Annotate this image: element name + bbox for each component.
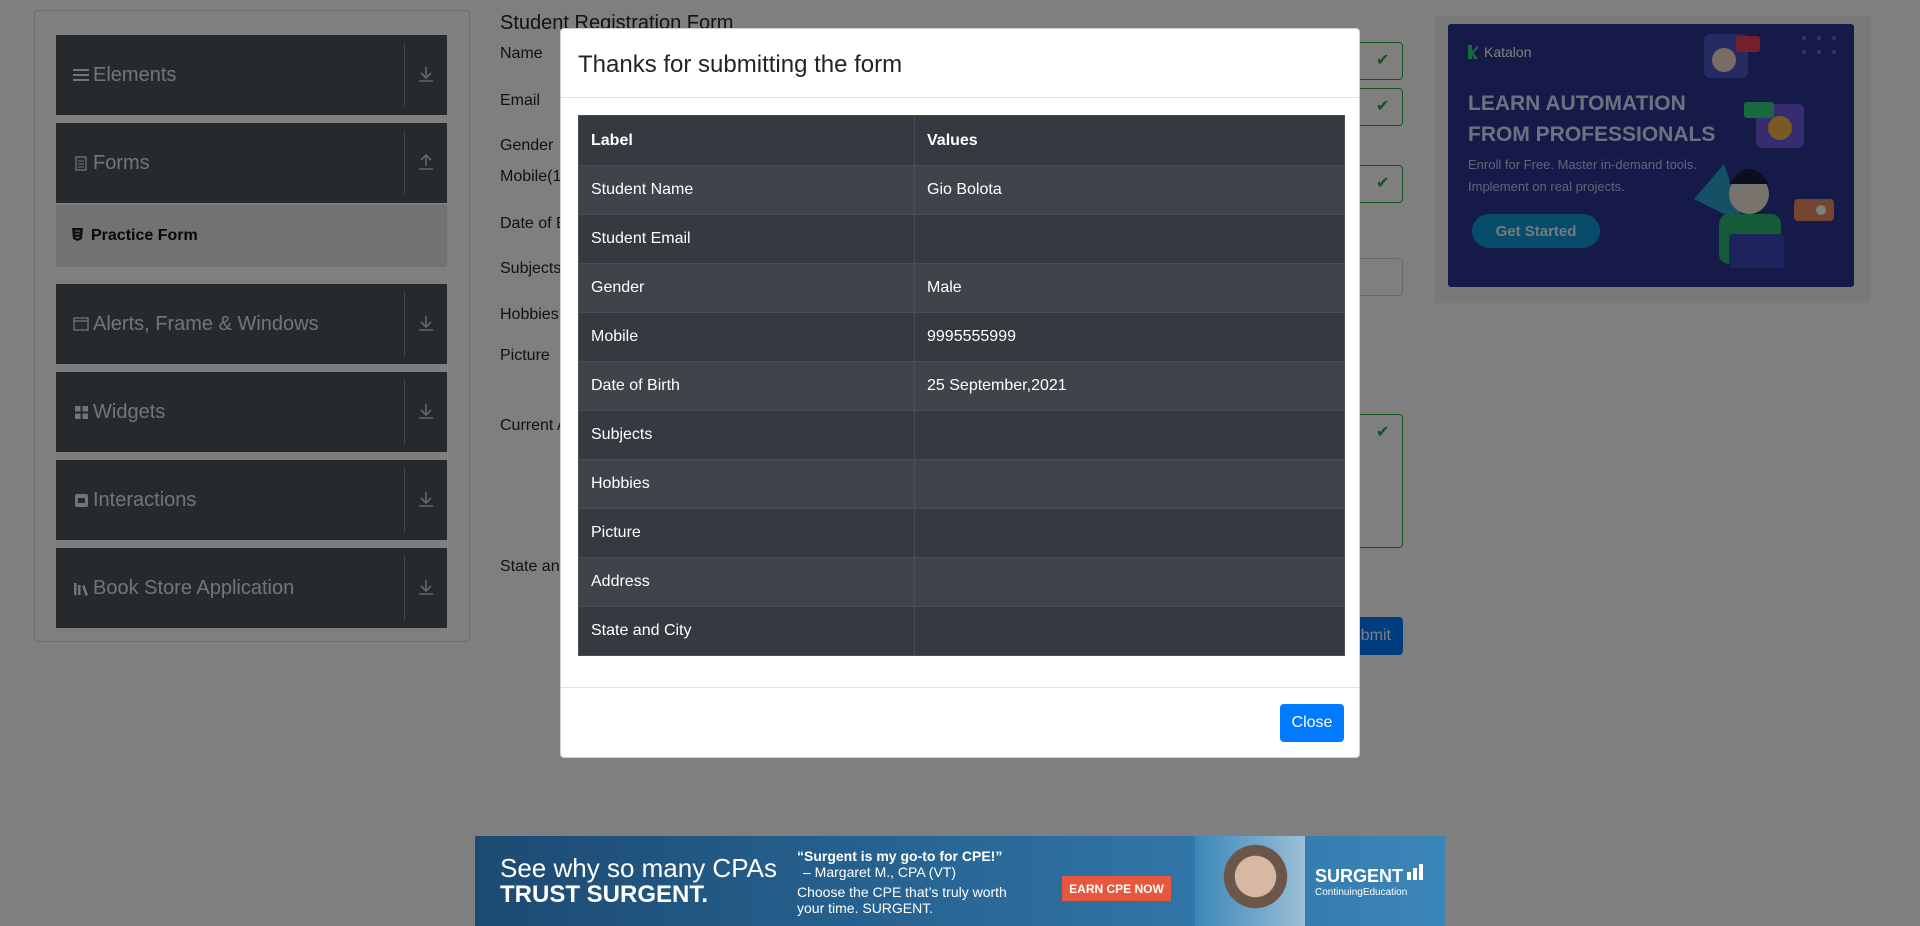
ad-photo bbox=[1195, 836, 1305, 926]
modal-title: Thanks for submitting the form bbox=[578, 51, 903, 78]
row-value bbox=[914, 606, 1345, 656]
table-row: Address bbox=[578, 557, 1345, 607]
table-row: Subjects bbox=[578, 410, 1345, 460]
row-label: Address bbox=[578, 557, 915, 607]
table-header-row: Label Values bbox=[578, 115, 1345, 166]
table-row: Student Email bbox=[578, 214, 1345, 264]
row-label: Date of Birth bbox=[578, 361, 915, 411]
surgent-ad[interactable]: See why so many CPAs TRUST SURGENT. “Sur… bbox=[475, 836, 1445, 926]
ad-line1: See why so many CPAs bbox=[500, 853, 777, 883]
row-value: Gio Bolota bbox=[914, 165, 1345, 215]
ad-tagline: Choose the CPE that’s truly worth your t… bbox=[797, 884, 1007, 916]
ad-line2: TRUST SURGENT. bbox=[500, 881, 709, 908]
row-value bbox=[914, 410, 1345, 460]
ad-quote: “Surgent is my go-to for CPE!” bbox=[797, 848, 1003, 864]
row-label: Hobbies bbox=[578, 459, 915, 509]
row-label: Mobile bbox=[578, 312, 915, 362]
surgent-logo: SURGENT bbox=[1315, 866, 1404, 886]
row-label: Picture bbox=[578, 508, 915, 558]
row-label: Gender bbox=[578, 263, 915, 313]
row-value bbox=[914, 508, 1345, 558]
column-header-label: Label bbox=[578, 115, 915, 166]
row-label: Subjects bbox=[578, 410, 915, 460]
ad-attribution: – Margaret M., CPA (VT) bbox=[803, 864, 956, 880]
table-row: Date of Birth 25 September,2021 bbox=[578, 361, 1345, 411]
row-label: Student Name bbox=[578, 165, 915, 215]
modal-footer: Close bbox=[561, 687, 1359, 758]
submission-modal: Thanks for submitting the form Label Val… bbox=[560, 28, 1360, 758]
row-value bbox=[914, 459, 1345, 509]
row-value bbox=[914, 214, 1345, 264]
table-row: Mobile 9995555999 bbox=[578, 312, 1345, 362]
table-row: Picture bbox=[578, 508, 1345, 558]
close-button[interactable]: Close bbox=[1280, 704, 1344, 742]
row-label: State and City bbox=[578, 606, 915, 656]
surgent-bars-icon bbox=[1407, 864, 1423, 880]
table-row: State and City bbox=[578, 606, 1345, 656]
modal-header: Thanks for submitting the form bbox=[561, 29, 1359, 98]
row-value: Male bbox=[914, 263, 1345, 313]
earn-cpe-button[interactable]: EARN CPE NOW bbox=[1062, 876, 1171, 901]
table-row: Gender Male bbox=[578, 263, 1345, 313]
surgent-logo-sub: ContinuingEducation bbox=[1315, 887, 1408, 898]
table-row: Student Name Gio Bolota bbox=[578, 165, 1345, 215]
row-value: 25 September,2021 bbox=[914, 361, 1345, 411]
row-label: Student Email bbox=[578, 214, 915, 264]
table-row: Hobbies bbox=[578, 459, 1345, 509]
row-value: 9995555999 bbox=[914, 312, 1345, 362]
column-header-values: Values bbox=[914, 115, 1345, 166]
row-value bbox=[914, 557, 1345, 607]
results-table: Label Values Student Name Gio Bolota Stu… bbox=[578, 115, 1345, 656]
